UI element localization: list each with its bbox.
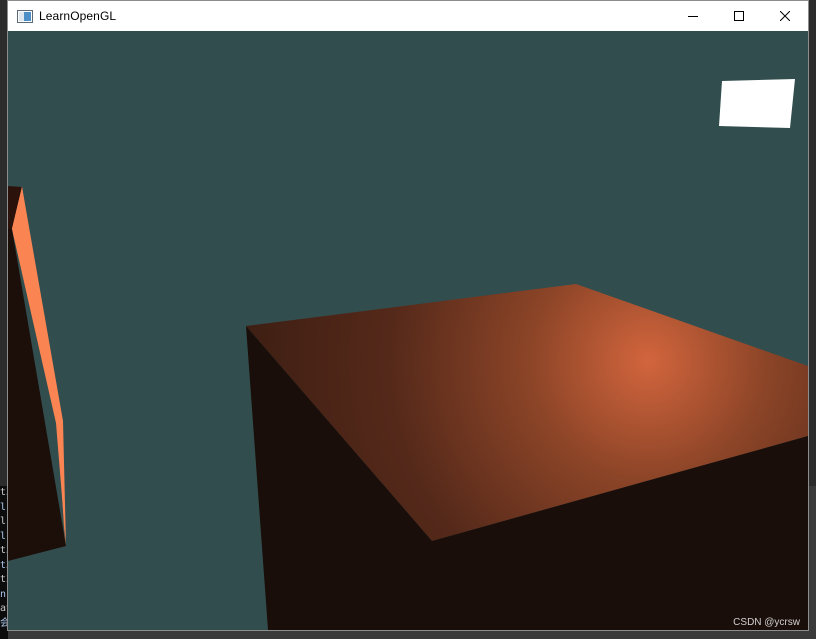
background-window-edge — [808, 486, 816, 639]
background-taskbar-edge — [8, 631, 816, 639]
maximize-button[interactable] — [716, 1, 762, 31]
opengl-viewport[interactable]: CSDN @ycrsw — [8, 31, 808, 630]
title-bar[interactable]: LearnOpenGL — [8, 1, 808, 31]
window-controls — [670, 1, 808, 31]
close-icon — [780, 11, 790, 21]
maximize-icon — [734, 11, 744, 21]
minimize-icon — [688, 16, 698, 17]
rendered-scene — [8, 31, 808, 630]
watermark-text: CSDN @ycrsw — [733, 617, 800, 628]
light-cube — [719, 79, 795, 128]
minimize-button[interactable] — [670, 1, 716, 31]
app-window: LearnOpenGL CSDN @ycrsw — [7, 0, 809, 631]
window-title: LearnOpenGL — [39, 9, 117, 23]
app-window-icon — [17, 9, 33, 23]
close-button[interactable] — [762, 1, 808, 31]
